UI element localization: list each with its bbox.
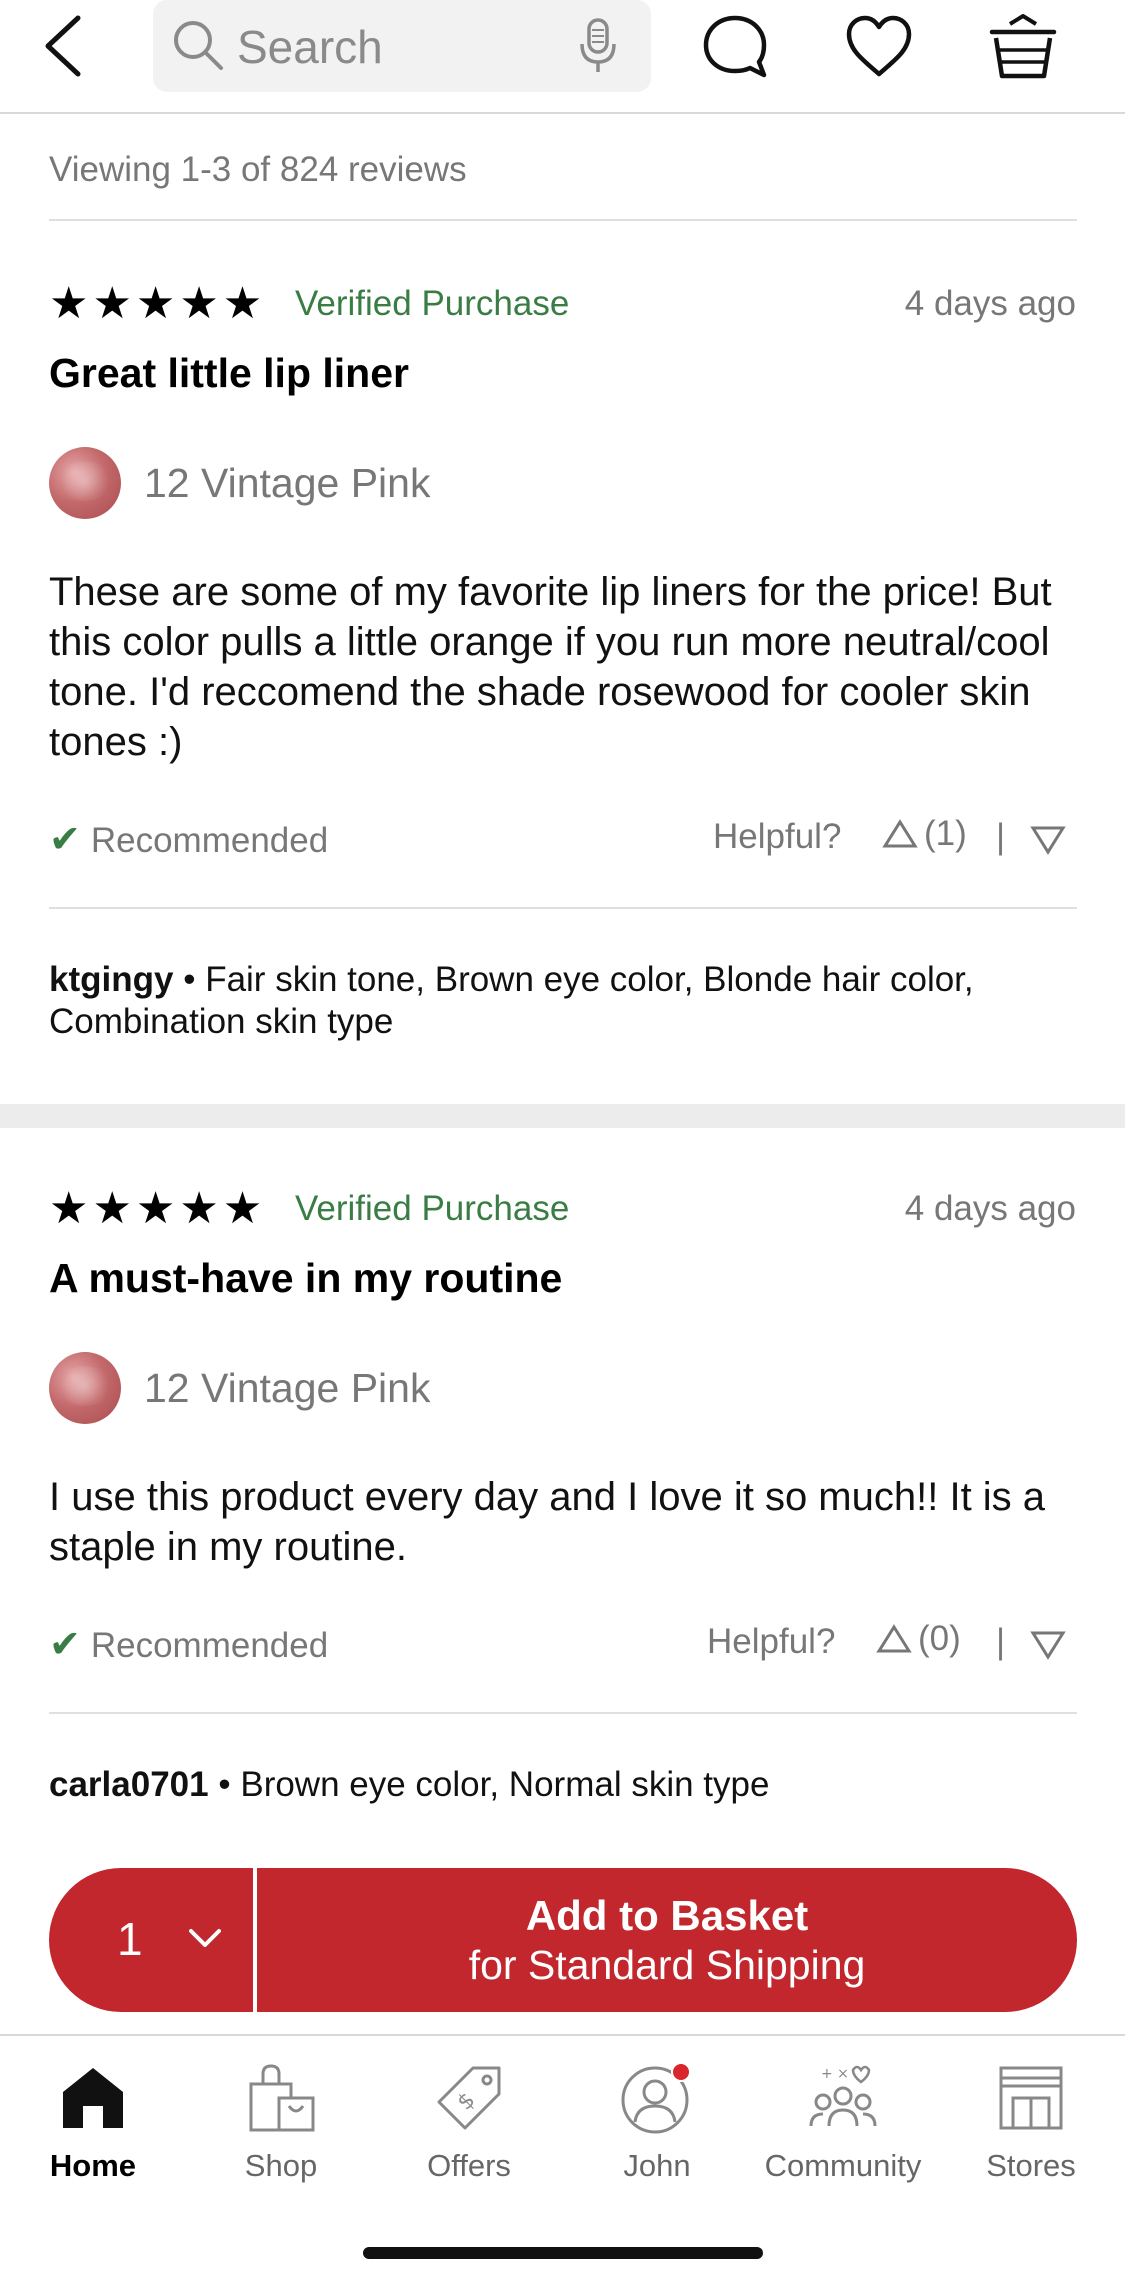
downvote-triangle-icon bbox=[1030, 826, 1066, 855]
review-title: A must-have in my routine bbox=[49, 1255, 563, 1301]
tab-label: Shop bbox=[244, 2148, 318, 2183]
helpful-up-button[interactable]: (1) bbox=[882, 812, 967, 854]
svg-text:$: $ bbox=[453, 2088, 481, 2116]
profile-icon bbox=[621, 2062, 691, 2134]
recommended-label: ✔ Recommended bbox=[49, 1624, 329, 1666]
tab-label: John bbox=[623, 2148, 691, 2183]
shade-name: 12 Vintage Pink bbox=[144, 460, 431, 506]
helpful-count: (0) bbox=[918, 1618, 961, 1658]
verified-purchase-label: Verified Purchase bbox=[295, 284, 570, 323]
reviewer-info: ktgingy • Fair skin tone, Brown eye colo… bbox=[49, 960, 974, 1041]
tab-community[interactable]: + × Community bbox=[758, 2062, 928, 2184]
tab-stores[interactable]: Stores bbox=[946, 2062, 1116, 2184]
search-placeholder: Search bbox=[237, 21, 383, 73]
search-bar[interactable]: Search bbox=[153, 0, 651, 92]
shade-swatch bbox=[49, 447, 121, 519]
quantity-selector[interactable]: 1 bbox=[49, 1868, 253, 2012]
verified-purchase-label: Verified Purchase bbox=[295, 1189, 570, 1228]
add-to-basket-label: Add to Basket bbox=[525, 1892, 809, 1939]
shade-swatch bbox=[49, 1352, 121, 1424]
back-chevron-icon bbox=[45, 15, 81, 77]
divider bbox=[49, 1712, 1077, 1714]
review-text: These are some of my favorite lip liners… bbox=[49, 570, 1052, 764]
microphone-icon[interactable] bbox=[577, 16, 619, 76]
tab-offers[interactable]: $ Offers bbox=[384, 2062, 554, 2184]
check-icon: ✔ bbox=[49, 1624, 81, 1666]
quantity-value: 1 bbox=[117, 1913, 143, 1965]
add-to-basket-button[interactable]: Add to Basket for Standard Shipping bbox=[257, 1868, 1077, 2012]
helpful-down-button[interactable] bbox=[1030, 818, 1066, 858]
helpful-label: Helpful? bbox=[707, 1622, 836, 1661]
section-separator bbox=[0, 1104, 1125, 1128]
tab-shop[interactable]: Shop bbox=[196, 2062, 366, 2184]
helpful-separator: | bbox=[996, 817, 1006, 856]
star-rating: ★★★★★ bbox=[49, 1184, 267, 1233]
community-icon: + × bbox=[809, 2065, 877, 2127]
reviewer-username[interactable]: carla0701 bbox=[49, 1765, 209, 1804]
home-indicator bbox=[363, 2247, 763, 2259]
notification-dot bbox=[671, 2062, 691, 2082]
reviewer-username[interactable]: ktgingy bbox=[49, 960, 173, 999]
reviewer-info: carla0701 • Brown eye color, Normal skin… bbox=[49, 1765, 770, 1804]
tab-label: Home bbox=[49, 2148, 137, 2183]
helpful-up-button[interactable]: (0) bbox=[876, 1617, 961, 1659]
tab-label: Offers bbox=[427, 2148, 511, 2183]
review-date: 4 days ago bbox=[904, 1189, 1076, 1228]
back-button[interactable] bbox=[40, 14, 90, 78]
review-date: 4 days ago bbox=[904, 284, 1076, 323]
review-title: Great little lip liner bbox=[49, 350, 409, 396]
price-tag-icon: $ bbox=[437, 2066, 501, 2130]
recommended-label: ✔ Recommended bbox=[49, 819, 329, 861]
heart-icon[interactable] bbox=[843, 12, 915, 82]
downvote-triangle-icon bbox=[1030, 1631, 1066, 1660]
shipping-label: for Standard Shipping bbox=[468, 1942, 866, 1988]
star-rating: ★★★★★ bbox=[49, 279, 267, 328]
store-icon bbox=[999, 2066, 1063, 2130]
upvote-triangle-icon bbox=[876, 1623, 912, 1653]
helpful-separator: | bbox=[996, 1622, 1006, 1661]
helpful-label: Helpful? bbox=[713, 817, 842, 856]
tab-label: Community bbox=[764, 2148, 922, 2183]
helpful-down-button[interactable] bbox=[1030, 1623, 1066, 1663]
top-bar: Search bbox=[0, 0, 1125, 114]
tab-profile[interactable]: John bbox=[572, 2062, 742, 2184]
review-text: I use this product every day and I love … bbox=[49, 1475, 1046, 1569]
add-to-basket-bar: 1 Add to Basket for Standard Shipping bbox=[49, 1868, 1077, 2012]
check-icon: ✔ bbox=[49, 819, 81, 861]
chevron-down-icon bbox=[189, 1929, 221, 1947]
home-icon bbox=[63, 2068, 123, 2128]
reviews-count: Viewing 1-3 of 824 reviews bbox=[49, 150, 467, 189]
search-icon bbox=[174, 21, 223, 70]
tab-home[interactable]: Home bbox=[8, 2062, 178, 2184]
divider bbox=[49, 219, 1077, 221]
helpful-count: (1) bbox=[924, 813, 967, 853]
shade-name: 12 Vintage Pink bbox=[144, 1365, 431, 1411]
upvote-triangle-icon bbox=[882, 818, 918, 848]
basket-icon[interactable] bbox=[988, 12, 1058, 82]
shopping-bag-icon bbox=[249, 2064, 315, 2132]
tab-label: Stores bbox=[986, 2148, 1076, 2183]
divider bbox=[49, 907, 1077, 909]
chat-icon[interactable] bbox=[700, 12, 770, 82]
svg-text:+ ×: + × bbox=[821, 2066, 849, 2082]
reviewer-traits: Brown eye color, Normal skin type bbox=[240, 1765, 770, 1804]
